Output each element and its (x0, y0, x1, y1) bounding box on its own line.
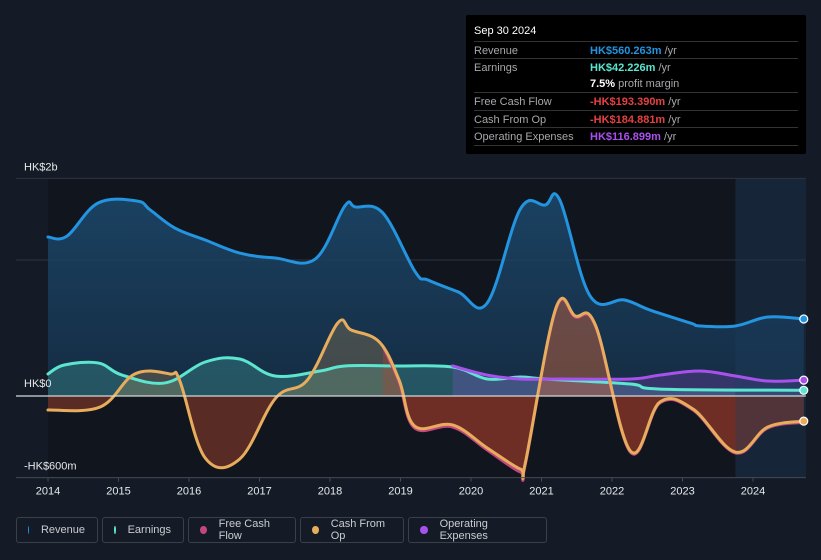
y-axis-label: HK$0 (24, 378, 52, 390)
cash-from-op-endpoint (799, 416, 809, 426)
tooltip-row-free-cash-flow: Free Cash Flow -HK$193.390m /yr (474, 92, 798, 110)
tooltip-value: -HK$193.390m /yr (590, 96, 681, 108)
x-tick-label: 2017 (247, 486, 271, 498)
legend-item-operating-expenses[interactable]: Operating Expenses (408, 517, 547, 543)
revenue-endpoint (799, 314, 809, 324)
y-axis-label: -HK$600m (24, 461, 77, 473)
operating-expenses-endpoint (799, 375, 809, 385)
legend-label: Earnings (127, 524, 171, 536)
tooltip-row-operating-expenses: Operating Expenses HK$116.899m /yr (474, 127, 798, 146)
tooltip-label: Free Cash Flow (474, 96, 552, 108)
free-cash-flow-dot-icon (200, 526, 207, 534)
legend-label: Free Cash Flow (218, 518, 270, 542)
revenue-dot-icon (28, 526, 29, 534)
x-tick-label: 2021 (529, 486, 553, 498)
legend-label: Revenue (40, 524, 85, 536)
x-tick-label: 2023 (670, 486, 694, 498)
forecast-region-shade (735, 178, 806, 478)
tooltip-value: HK$42.226m /yr (590, 62, 671, 74)
legend-item-earnings[interactable]: Earnings (102, 517, 184, 543)
tooltip-value: HK$116.899m /yr (590, 131, 677, 143)
legend-item-free-cash-flow[interactable]: Free Cash Flow (188, 517, 296, 543)
tooltip-row-earnings: Earnings HK$42.226m /yr (474, 58, 798, 76)
tooltip-label: Operating Expenses (474, 131, 574, 143)
legend: Revenue Earnings Free Cash Flow Cash Fro… (16, 517, 547, 543)
earnings-dot-icon (114, 526, 116, 534)
tooltip-value: HK$560.263m /yr (590, 45, 677, 57)
x-tick-label: 2016 (177, 486, 201, 498)
tooltip-value: 7.5% profit margin (590, 78, 680, 90)
y-axis-label: HK$2b (24, 161, 58, 173)
tooltip-date: Sep 30 2024 (474, 25, 537, 37)
x-tick-label: 2015 (106, 486, 130, 498)
cash-from-op-dot-icon (312, 526, 319, 534)
x-tick-label: 2018 (318, 486, 342, 498)
tooltip-label: Revenue (474, 45, 519, 57)
legend-item-cash-from-op[interactable]: Cash From Op (300, 517, 404, 543)
tooltip-row-cash-from-op: Cash From Op -HK$184.881m /yr (474, 110, 798, 128)
x-tick-label: 2024 (741, 486, 765, 498)
tooltip: Sep 30 2024 Revenue HK$560.263m /yr Earn… (466, 15, 806, 154)
x-tick-label: 2019 (388, 486, 412, 498)
x-tick-label: 2022 (600, 486, 624, 498)
legend-label: Operating Expenses (439, 518, 488, 542)
earnings-endpoint (799, 385, 809, 395)
tooltip-value: -HK$184.881m /yr (590, 114, 681, 126)
tooltip-label: Earnings (474, 62, 518, 74)
tooltip-row-revenue: Revenue HK$560.263m /yr (474, 41, 798, 59)
legend-label: Cash From Op (330, 518, 386, 542)
x-tick-label: 2014 (36, 486, 60, 498)
legend-item-revenue[interactable]: Revenue (16, 517, 98, 543)
tooltip-row-profit-margin: 7.5% profit margin (474, 75, 798, 92)
tooltip-label: Cash From Op (474, 114, 547, 126)
x-tick-label: 2020 (459, 486, 483, 498)
operating-expenses-dot-icon (420, 526, 428, 534)
